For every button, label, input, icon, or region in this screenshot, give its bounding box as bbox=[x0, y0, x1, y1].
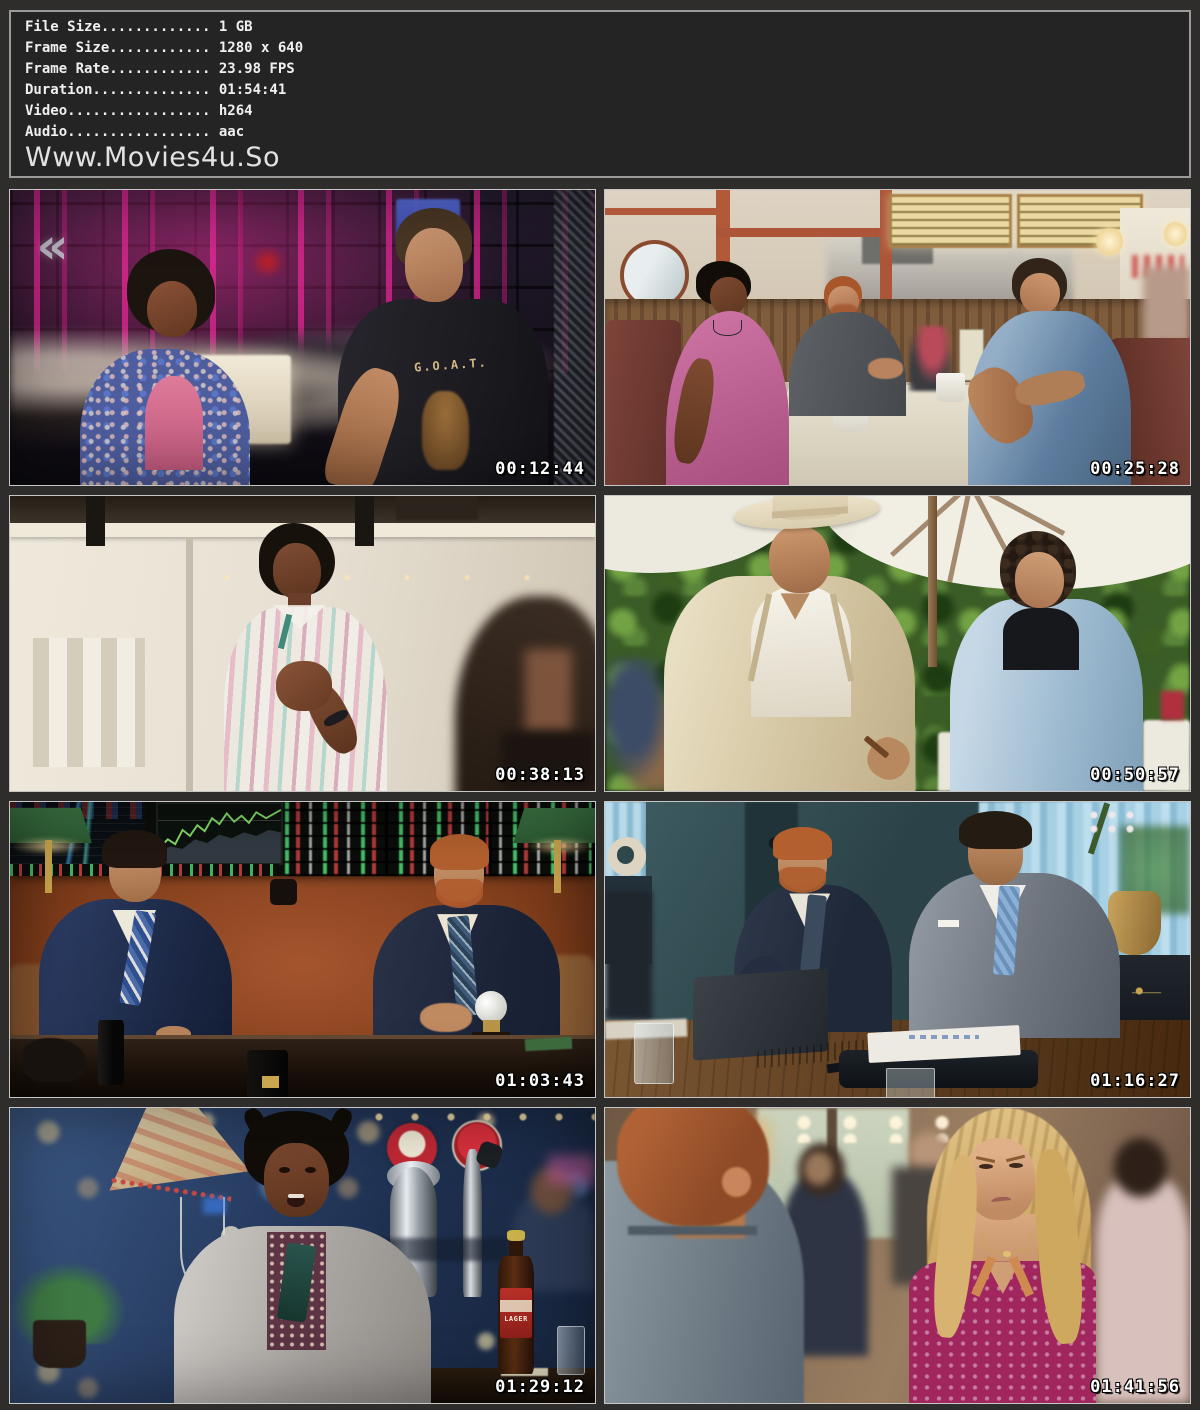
woman-eye-left bbox=[979, 1164, 993, 1169]
pocket-square bbox=[938, 920, 958, 927]
tumbler-2 bbox=[247, 1050, 288, 1097]
umbrella-pole bbox=[928, 496, 937, 667]
info-frame-size: Frame Size............ 1280 x 640 bbox=[25, 38, 1175, 59]
guest3-pink-body bbox=[1096, 1179, 1190, 1403]
man2-face bbox=[1015, 552, 1065, 608]
balcony-post-1 bbox=[86, 496, 105, 546]
man1-necklace bbox=[713, 320, 741, 336]
info-frame-rate: Frame Rate............ 23.98 FPS bbox=[25, 59, 1175, 80]
vignette bbox=[10, 1108, 595, 1403]
timestamp-overlay: 00:50:57 bbox=[1090, 765, 1180, 785]
notebook-green bbox=[525, 1037, 572, 1051]
screenshot-apartment: 00:38:13 bbox=[9, 495, 596, 792]
timestamp-overlay: 01:16:27 bbox=[1090, 1071, 1180, 1091]
rust-beam-2 bbox=[716, 228, 892, 236]
balcony-furniture bbox=[396, 496, 478, 520]
info-file-size: File Size............. 1 GB bbox=[25, 17, 1175, 38]
man2-hair bbox=[959, 811, 1032, 849]
rust-beam-h bbox=[605, 208, 716, 215]
screenshot-diner: 00:25:28 bbox=[604, 189, 1191, 486]
cena-face bbox=[769, 526, 830, 594]
media-info-panel: File Size............. 1 GB Frame Size..… bbox=[9, 10, 1191, 178]
clasped-hands bbox=[276, 661, 332, 711]
ceiling-spotlights bbox=[197, 570, 548, 585]
man2-hands bbox=[868, 358, 903, 379]
pendant-lamp-2 bbox=[1164, 222, 1187, 246]
pendant-lamp-1 bbox=[1096, 228, 1122, 255]
water-glass-left bbox=[634, 1023, 674, 1084]
wall-slats bbox=[33, 638, 144, 768]
screenshot-office-meeting: 01:16:27 bbox=[604, 801, 1191, 1098]
balcony-post-2 bbox=[355, 496, 374, 546]
timestamp-overlay: 00:38:13 bbox=[495, 765, 585, 785]
door-frame-line bbox=[186, 537, 193, 791]
timestamp-overlay: 01:29:12 bbox=[495, 1377, 585, 1397]
timestamp-overlay: 00:12:44 bbox=[495, 459, 585, 479]
orchid-flowers bbox=[1085, 808, 1144, 838]
site-watermark: Www.Movies4u.So bbox=[25, 143, 1175, 173]
info-video: Video................. h264 bbox=[25, 101, 1175, 122]
foreground-face-edge bbox=[525, 649, 572, 732]
screenshot-grid: « G.O.A.T. 00:12:44 bbox=[9, 189, 1191, 1404]
media-info-sheet: File Size............. 1 GB Frame Size..… bbox=[0, 10, 1200, 1404]
screenshot-pub-bar: LAGER 01:29:12 bbox=[9, 1107, 596, 1404]
vignette bbox=[10, 190, 595, 485]
far-left-person-blur bbox=[605, 891, 652, 1021]
coffee-mug-2 bbox=[936, 373, 965, 403]
ring-sculpture-hole bbox=[617, 846, 635, 864]
man1-red-hair bbox=[773, 827, 832, 859]
man-face bbox=[273, 543, 321, 599]
document-text-lines bbox=[909, 1035, 979, 1039]
info-duration: Duration.............. 01:54:41 bbox=[25, 80, 1175, 101]
man3-face bbox=[1020, 273, 1060, 314]
foreground-man-head bbox=[617, 1107, 769, 1226]
timestamp-overlay: 01:41:56 bbox=[1090, 1377, 1180, 1397]
guest1-face-hint bbox=[804, 1152, 833, 1184]
tumbler-1 bbox=[98, 1020, 124, 1085]
red-flowers bbox=[1161, 691, 1184, 721]
foreground-collar bbox=[628, 1226, 757, 1235]
screenshot-nightclub: « G.O.A.T. 00:12:44 bbox=[9, 189, 596, 486]
guest3-head bbox=[1114, 1138, 1167, 1197]
woman-eye-right bbox=[1009, 1163, 1023, 1168]
timestamp-overlay: 01:03:43 bbox=[495, 1071, 585, 1091]
cabinet-gold-logo bbox=[1132, 979, 1161, 1003]
menu-board-1 bbox=[889, 194, 1012, 247]
foreground-man-ear bbox=[722, 1167, 751, 1197]
screenshot-garden-party: 00:50:57 bbox=[604, 495, 1191, 792]
window-guests-blur bbox=[1143, 267, 1190, 344]
timestamp-overlay: 00:25:28 bbox=[1090, 459, 1180, 479]
necklace-pendant bbox=[1003, 1251, 1011, 1257]
screenshot-trading-desk: 01:03:43 bbox=[9, 801, 596, 1098]
water-glass-center bbox=[886, 1068, 935, 1099]
gold-item bbox=[262, 1076, 280, 1088]
info-audio: Audio................. aac bbox=[25, 122, 1175, 143]
man1-face bbox=[710, 277, 746, 315]
man2-black-tee bbox=[1003, 608, 1079, 670]
screenshot-party: 01:41:56 bbox=[604, 1107, 1191, 1404]
